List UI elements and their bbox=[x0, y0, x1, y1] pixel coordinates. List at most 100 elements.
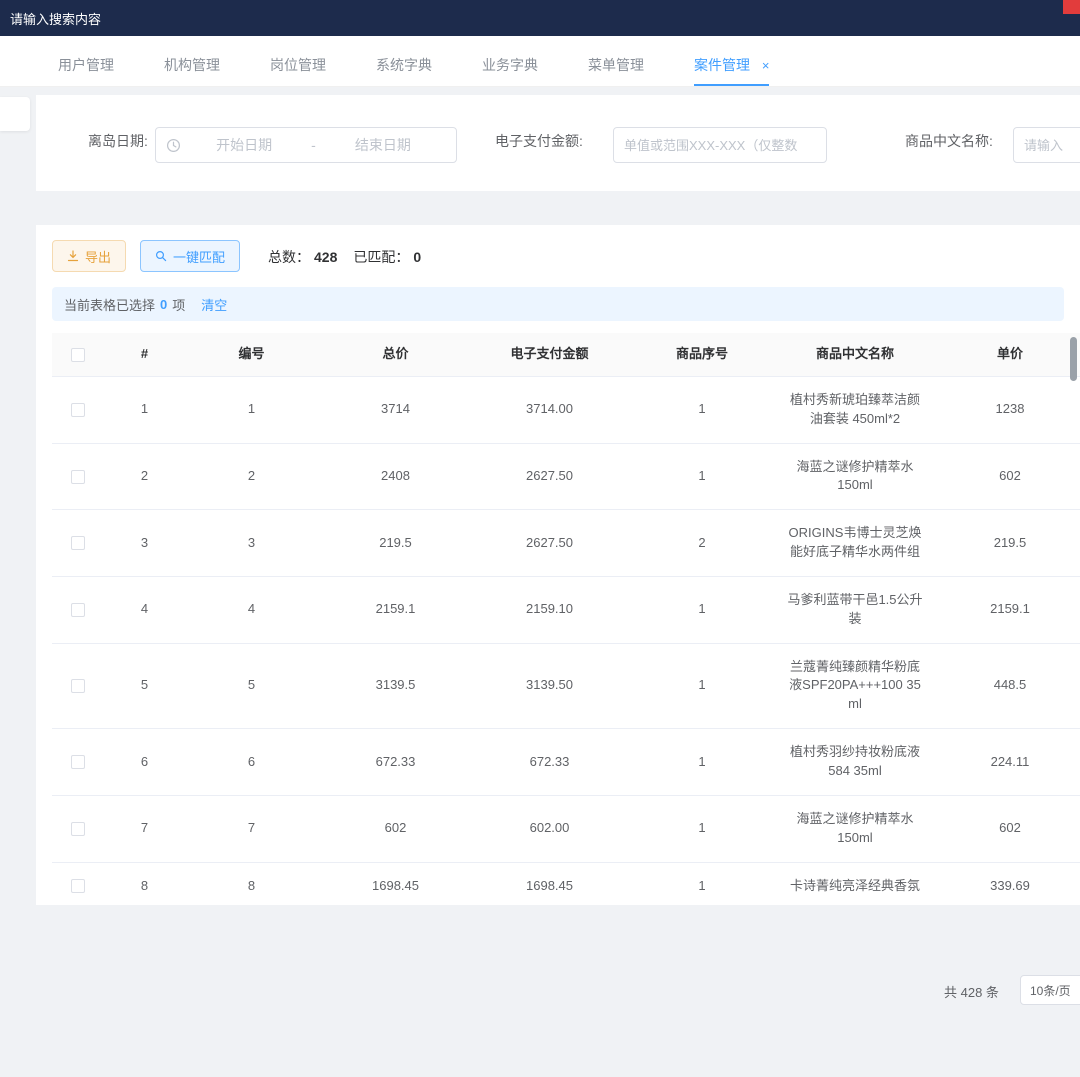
row-checkbox[interactable] bbox=[71, 822, 85, 836]
cell-checkbox bbox=[52, 729, 104, 796]
cell-seq: 1 bbox=[626, 643, 778, 729]
cell-num: 5 bbox=[104, 643, 185, 729]
cell-num: 2 bbox=[104, 443, 185, 510]
date-end-placeholder: 结束日期 bbox=[320, 135, 446, 155]
cell-name: 兰蔻菁纯臻颜精华粉底液SPF20PA+++100 35 ml bbox=[778, 643, 932, 729]
row-checkbox[interactable] bbox=[71, 755, 85, 769]
cell-epay: 1698.45 bbox=[473, 862, 626, 905]
column-header-epay: 电子支付金额 bbox=[473, 333, 626, 376]
global-search-input[interactable]: 请输入搜索内容 bbox=[10, 9, 101, 28]
cell-unit: 602 bbox=[932, 443, 1080, 510]
cell-name: ORIGINS韦博士灵芝焕能好底子精华水两件组 bbox=[778, 510, 932, 577]
cell-unit: 219.5 bbox=[932, 510, 1080, 577]
tab-business-dict[interactable]: 业务字典 bbox=[482, 44, 538, 86]
cell-checkbox bbox=[52, 510, 104, 577]
table-row: 66672.33672.331植村秀羽纱持妆粉底液 584 35ml224.11 bbox=[52, 729, 1080, 796]
table-header-row: # 编号 总价 电子支付金额 商品序号 商品中文名称 单价 bbox=[52, 333, 1080, 376]
row-checkbox[interactable] bbox=[71, 536, 85, 550]
column-header-index: # bbox=[104, 333, 185, 376]
table-row: 2224082627.501海蓝之谜修护精萃水 150ml602 bbox=[52, 443, 1080, 510]
tab-case-management[interactable]: 案件管理 × bbox=[694, 44, 769, 86]
tab-menu-management[interactable]: 菜单管理 bbox=[588, 44, 644, 86]
cell-name: 海蓝之谜修护精萃水 150ml bbox=[778, 443, 932, 510]
tab-system-dict[interactable]: 系统字典 bbox=[376, 44, 432, 86]
tab-user-management[interactable]: 用户管理 bbox=[58, 44, 114, 86]
row-checkbox[interactable] bbox=[71, 603, 85, 617]
selection-suffix: 项 bbox=[172, 295, 185, 314]
column-header-unit: 单价 bbox=[932, 333, 1080, 376]
cell-total: 2159.1 bbox=[318, 576, 473, 643]
row-checkbox[interactable] bbox=[71, 403, 85, 417]
close-icon[interactable]: × bbox=[762, 58, 770, 73]
cell-unit: 2159.1 bbox=[932, 576, 1080, 643]
cell-seq: 1 bbox=[626, 795, 778, 862]
cell-seq: 1 bbox=[626, 376, 778, 443]
data-table: # 编号 总价 电子支付金额 商品序号 商品中文名称 单价 1137143714… bbox=[52, 333, 1080, 905]
amount-input[interactable] bbox=[613, 127, 827, 163]
cell-total: 2408 bbox=[318, 443, 473, 510]
tab-case-management-label: 案件管理 bbox=[694, 57, 750, 73]
cell-total: 3714 bbox=[318, 376, 473, 443]
cell-name: 植村秀羽纱持妆粉底液 584 35ml bbox=[778, 729, 932, 796]
cell-name: 植村秀新琥珀臻萃洁颜油套装 450ml*2 bbox=[778, 376, 932, 443]
tab-post-management[interactable]: 岗位管理 bbox=[270, 44, 326, 86]
cell-checkbox bbox=[52, 443, 104, 510]
cell-epay: 3714.00 bbox=[473, 376, 626, 443]
cell-seq: 1 bbox=[626, 862, 778, 905]
table-row: 442159.12159.101马爹利蓝带干邑1.5公升装2159.1 bbox=[52, 576, 1080, 643]
selection-info-bar: 当前表格已选择 0 项 清空 bbox=[52, 287, 1064, 321]
column-header-total: 总价 bbox=[318, 333, 473, 376]
cell-epay: 3139.50 bbox=[473, 643, 626, 729]
cell-unit: 339.69 bbox=[932, 862, 1080, 905]
cell-epay: 602.00 bbox=[473, 795, 626, 862]
tab-org-management[interactable]: 机构管理 bbox=[164, 44, 220, 86]
cell-epay: 672.33 bbox=[473, 729, 626, 796]
cell-checkbox bbox=[52, 795, 104, 862]
cell-checkbox bbox=[52, 376, 104, 443]
cell-name: 马爹利蓝带干邑1.5公升装 bbox=[778, 576, 932, 643]
cell-epay: 2627.50 bbox=[473, 443, 626, 510]
date-range-picker[interactable]: 开始日期 - 结束日期 bbox=[155, 127, 457, 163]
cell-total: 1698.45 bbox=[318, 862, 473, 905]
row-checkbox[interactable] bbox=[71, 470, 85, 484]
cell-num: 8 bbox=[104, 862, 185, 905]
cell-epay: 2159.10 bbox=[473, 576, 626, 643]
cell-code: 6 bbox=[185, 729, 318, 796]
table-row: 1137143714.001植村秀新琥珀臻萃洁颜油套装 450ml*21238 bbox=[52, 376, 1080, 443]
page-size-select[interactable]: 10条/页 bbox=[1020, 975, 1080, 1005]
cell-total: 219.5 bbox=[318, 510, 473, 577]
date-filter-label: 离岛日期: bbox=[88, 131, 148, 151]
row-checkbox[interactable] bbox=[71, 879, 85, 893]
cell-num: 1 bbox=[104, 376, 185, 443]
cell-code: 7 bbox=[185, 795, 318, 862]
clear-selection-link[interactable]: 清空 bbox=[201, 295, 227, 314]
cell-name: 卡诗菁纯亮泽经典香氛 bbox=[778, 862, 932, 905]
cell-checkbox bbox=[52, 576, 104, 643]
row-checkbox[interactable] bbox=[71, 679, 85, 693]
product-name-input[interactable] bbox=[1013, 127, 1080, 163]
table-wrap: # 编号 总价 电子支付金额 商品序号 商品中文名称 单价 1137143714… bbox=[52, 333, 1080, 905]
cell-unit: 602 bbox=[932, 795, 1080, 862]
cell-num: 6 bbox=[104, 729, 185, 796]
matched-label: 已匹配： bbox=[353, 249, 409, 265]
vertical-scrollbar-thumb[interactable] bbox=[1070, 337, 1077, 381]
cell-code: 2 bbox=[185, 443, 318, 510]
cell-checkbox bbox=[52, 643, 104, 729]
column-header-code: 编号 bbox=[185, 333, 318, 376]
export-button[interactable]: 导出 bbox=[52, 240, 126, 272]
cell-unit: 1238 bbox=[932, 376, 1080, 443]
selection-prefix: 当前表格已选择 bbox=[64, 295, 155, 314]
cell-checkbox bbox=[52, 862, 104, 905]
amount-filter-label: 电子支付金额: bbox=[495, 131, 583, 151]
cell-seq: 2 bbox=[626, 510, 778, 577]
cell-num: 4 bbox=[104, 576, 185, 643]
select-all-checkbox[interactable] bbox=[71, 348, 85, 362]
side-collapsed-box[interactable] bbox=[0, 97, 30, 131]
table-body: 1137143714.001植村秀新琥珀臻萃洁颜油套装 450ml*212382… bbox=[52, 376, 1080, 905]
total-value: 428 bbox=[314, 249, 337, 265]
table-row: 33219.52627.502ORIGINS韦博士灵芝焕能好底子精华水两件组21… bbox=[52, 510, 1080, 577]
cell-name: 海蓝之谜修护精萃水 150ml bbox=[778, 795, 932, 862]
cell-num: 7 bbox=[104, 795, 185, 862]
cell-code: 1 bbox=[185, 376, 318, 443]
one-click-match-button[interactable]: 一键匹配 bbox=[140, 240, 240, 272]
